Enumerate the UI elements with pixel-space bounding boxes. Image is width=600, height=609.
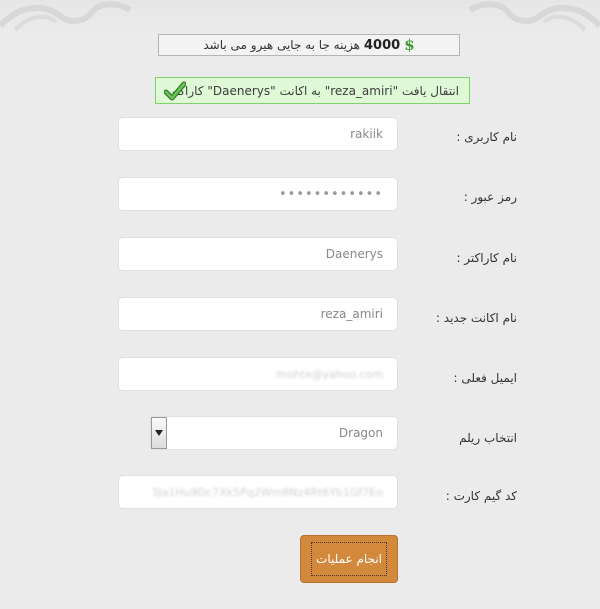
game-card-value: 3Ja1Hu9Dc7Xk5Pq2Wm8Nz4Rt6Yb1Gf7Eo: [151, 485, 383, 499]
transfer-cost-amount: 4000: [364, 37, 401, 53]
realm-select[interactable]: Dragon: [150, 416, 398, 450]
checkmark-icon: [164, 81, 186, 101]
current-email-label: ایمیل فعلی :: [453, 371, 518, 385]
success-message-box: کاراکتر "Daenerys" به اکانت "reza_amiri"…: [155, 77, 470, 104]
new-account-value: reza_amiri: [320, 307, 383, 321]
username-label: نام کاربری :: [456, 130, 517, 144]
character-name-input[interactable]: Daenerys: [118, 237, 398, 271]
game-card-label: کد گیم کارت :: [445, 489, 517, 503]
username-value: rakiik: [350, 127, 383, 141]
current-email-input[interactable]: mohtx@yahoo.com: [118, 357, 398, 391]
username-input[interactable]: rakiik: [118, 117, 398, 151]
success-message-text: کاراکتر "Daenerys" به اکانت "reza_amiri"…: [169, 83, 459, 98]
chevron-down-icon[interactable]: [151, 417, 167, 449]
transfer-cost-text: هزینه جا به جایی هیرو می باشد: [203, 38, 361, 52]
current-email-value: mohtx@yahoo.com: [276, 367, 383, 381]
submit-button[interactable]: انجام عملیات: [300, 535, 398, 583]
password-input[interactable]: ••••••••••••: [118, 177, 398, 211]
transfer-cost-box: $ 4000 هزینه جا به جایی هیرو می باشد: [158, 34, 460, 56]
new-account-label: نام اکانت جدید :: [435, 311, 517, 325]
realm-selected-value: Dragon: [338, 426, 383, 440]
ornament-right-icon: [468, 1, 600, 32]
new-account-input[interactable]: reza_amiri: [118, 297, 398, 331]
ornament-left-icon: [0, 1, 132, 32]
character-name-label: نام کاراکتر :: [456, 251, 517, 265]
realm-label: انتخاب ریلم: [459, 431, 517, 445]
password-value: ••••••••••••: [278, 186, 383, 202]
password-label: رمز عبور :: [463, 190, 517, 204]
submit-label: انجام عملیات: [311, 542, 387, 576]
character-name-value: Daenerys: [325, 247, 383, 261]
dollar-sign-icon: $: [404, 36, 415, 54]
header-ornament: [0, 0, 600, 32]
game-card-input[interactable]: 3Ja1Hu9Dc7Xk5Pq2Wm8Nz4Rt6Yb1Gf7Eo: [118, 475, 398, 509]
